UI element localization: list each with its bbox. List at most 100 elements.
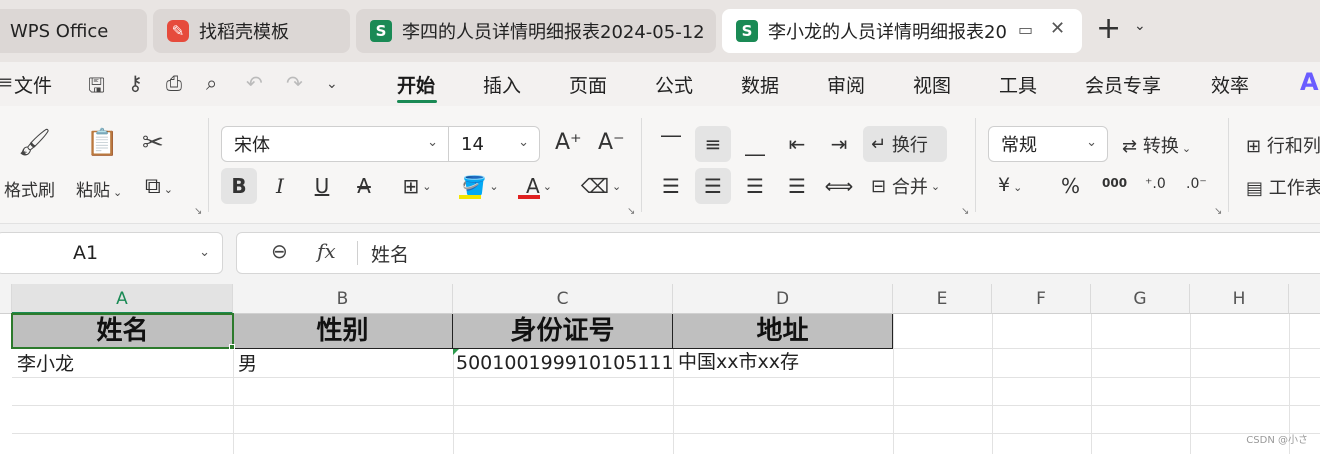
column-header-a[interactable]: A [12,284,233,314]
underline-button[interactable]: U [304,168,340,204]
chevron-down-icon[interactable]: ⌄ [1134,18,1146,34]
menu-review[interactable]: 审阅 [827,71,865,98]
fill-handle[interactable] [229,344,235,350]
align-right-icon[interactable]: ☰ [737,168,773,204]
format-painter-icon[interactable]: 🖌 [18,128,51,158]
hamburger-icon[interactable]: ≡ [0,72,13,93]
cell-d1[interactable]: 地址 [673,314,893,349]
column-header-c[interactable]: C [453,284,673,314]
chevron-down-icon: ⌄ [163,183,173,196]
tab-wps-office[interactable]: WPS Office [0,9,147,53]
tab-lisi-report[interactable]: S 李四的人员详情明细报表2024-05-12 [356,9,716,53]
cell-c2[interactable]: 500100199910105111 [453,349,673,377]
chevron-down-icon: ⌄ [1181,142,1192,155]
dialog-launcher-icon[interactable]: ↘ [961,206,969,217]
format-painter-label[interactable]: 格式刷 [4,176,55,201]
name-box[interactable]: A1 ⌄ [0,232,223,274]
currency-button[interactable]: ¥ ⌄ [998,174,1022,196]
close-tab-icon[interactable]: ✕ [1050,18,1065,39]
cell-c1[interactable]: 身份证号 [453,314,673,349]
worksheet-button[interactable]: ▤ 工作表 [1246,174,1320,200]
increase-indent-icon[interactable]: ⇥ [821,126,857,162]
merge-label: 合并 [891,177,928,198]
menu-insert[interactable]: 插入 [483,71,521,98]
dialog-launcher-icon[interactable]: ↘ [194,206,202,217]
undo-icon[interactable]: ↶ [246,71,263,95]
merge-cells-button[interactable]: ⊟ 合并 ⌄ [867,168,959,204]
menu-view[interactable]: 视图 [913,71,951,98]
ai-logo-icon[interactable]: A [1300,68,1319,96]
window-icon[interactable]: ▭ [1018,20,1033,39]
cut-icon[interactable]: ✂ [142,128,164,158]
number-format-select[interactable]: 常规 ⌄ [988,126,1108,162]
wrap-text-button[interactable]: ↵ 换行 [863,126,947,162]
select-all-corner[interactable] [0,284,12,314]
increase-font-icon[interactable]: A⁺ [555,130,582,155]
font-size-select[interactable]: 14 ⌄ [448,126,540,162]
align-middle-icon[interactable]: ≡ [695,126,731,162]
strikethrough-button[interactable]: A [346,168,382,204]
menu-formulas[interactable]: 公式 [655,71,693,98]
align-bottom-icon[interactable]: ⎽ [737,126,773,162]
paste-icon[interactable]: 📋 [86,128,118,158]
formula-input[interactable]: ⊖ fx 姓名 [236,232,1320,274]
column-header-h[interactable]: H [1190,284,1289,314]
copy-icon[interactable]: ⧉ ⌄ [145,174,173,199]
dialog-launcher-icon[interactable]: ↘ [1214,206,1222,217]
column-header-d[interactable]: D [673,284,893,314]
distribute-icon[interactable]: ⟺ [821,168,857,204]
zoom-icon[interactable]: ⊖ [271,239,288,263]
rows-cols-button[interactable]: ⊞ 行和列 [1246,132,1320,158]
key-icon[interactable]: ⚷ [128,71,143,95]
menu-data[interactable]: 数据 [741,71,779,98]
new-tab-icon[interactable]: + [1096,14,1121,44]
borders-button[interactable]: ⊞ ⌄ [392,168,442,204]
tab-daoke-templates[interactable]: ✎ 找稻壳模板 [153,9,350,53]
cell-a1[interactable]: 姓名 [12,314,233,349]
print-preview-icon[interactable]: ⌕ [206,71,217,95]
cell-b1[interactable]: 性别 [233,314,453,349]
bold-button[interactable]: B [221,168,257,204]
align-center-icon[interactable]: ☰ [695,168,731,204]
worksheet-label: 工作表 [1268,178,1320,199]
font-name-select[interactable]: 宋体 ⌄ [221,126,449,162]
column-header-g[interactable]: G [1091,284,1190,314]
menu-file[interactable]: 文件 [14,71,52,98]
decrease-font-icon[interactable]: A⁻ [598,130,625,155]
redo-icon[interactable]: ↷ [286,71,303,95]
save-icon[interactable]: 🖫 [88,71,105,105]
column-header-b[interactable]: B [233,284,453,314]
menu-home[interactable]: 开始 [397,71,435,98]
active-tab-indicator [397,100,437,103]
menu-tools[interactable]: 工具 [999,71,1037,98]
menu-efficiency[interactable]: 效率 [1211,71,1249,98]
paste-button[interactable]: 粘贴 ⌄ [76,176,122,201]
decrease-decimal-icon[interactable]: .0⁻ [1186,176,1207,192]
increase-decimal-icon[interactable]: ⁺.0 [1145,176,1166,192]
menu-membership[interactable]: 会员专享 [1085,71,1161,98]
convert-button[interactable]: ⇄ 转换 ⌄ [1122,132,1191,158]
cell-b2[interactable]: 男 [233,350,453,378]
dialog-launcher-icon[interactable]: ↘ [627,206,635,217]
spreadsheet-grid: A B C D E F G H 姓名 性别 身份证号 地址 李小龙 男 5001… [0,284,1320,454]
menu-page[interactable]: 页面 [569,71,607,98]
cell-d2[interactable]: 中国xx市xx存 [673,348,893,376]
column-header-e[interactable]: E [893,284,992,314]
separator [1228,118,1229,212]
percent-icon[interactable]: % [1061,174,1080,198]
chevron-down-icon[interactable]: ⌄ [326,76,338,92]
insert-function-icon[interactable]: fx [317,239,336,263]
align-top-icon[interactable]: ⎺ [653,126,689,162]
cell-a2[interactable]: 李小龙 [12,350,233,378]
spreadsheet-icon: S [370,20,392,42]
justify-icon[interactable]: ☰ [779,168,815,204]
clear-format-button[interactable]: ⌫ ⌄ [576,168,626,204]
decrease-indent-icon[interactable]: ⇤ [779,126,815,162]
tab-lixiaolong-report[interactable]: S 李小龙的人员详情明细报表20 ▭ ✕ [722,9,1082,53]
print-icon[interactable]: ⎙ [166,71,182,95]
italic-button[interactable]: I [262,168,298,204]
column-header-f[interactable]: F [992,284,1091,314]
align-left-icon[interactable]: ☰ [653,168,689,204]
tab-label: 找稻壳模板 [199,22,289,43]
thousands-separator-icon[interactable]: 000 [1102,176,1127,190]
